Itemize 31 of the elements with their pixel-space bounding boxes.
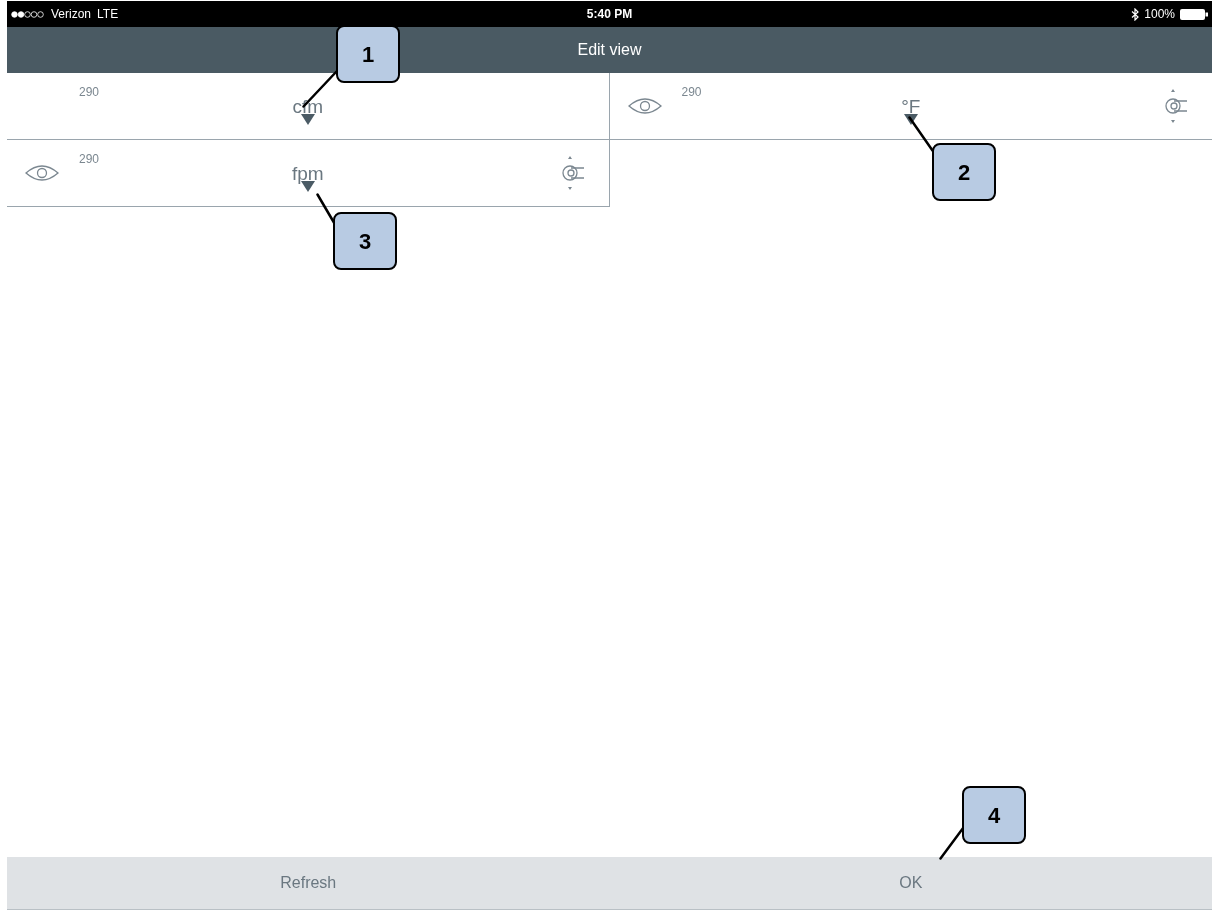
signal-icon xyxy=(11,10,45,18)
eye-icon[interactable] xyxy=(24,163,60,183)
leader-line xyxy=(939,826,965,860)
toolbar-button[interactable]: OK xyxy=(609,857,1212,909)
bluetooth-icon xyxy=(1131,7,1140,21)
unit-label[interactable]: cfm xyxy=(292,95,324,118)
eye-icon[interactable] xyxy=(626,96,663,116)
callout-number: 1 xyxy=(336,25,400,83)
leader-line xyxy=(316,193,336,225)
battery-label: 100% xyxy=(1144,6,1175,23)
battery-icon xyxy=(1180,8,1208,20)
reading-value: 290 xyxy=(79,151,100,168)
callout-number: 2 xyxy=(932,143,996,201)
toolbar-button[interactable]: Refresh xyxy=(7,857,610,909)
status-time: 5:40 PM xyxy=(586,6,633,23)
callout-number: 4 xyxy=(962,786,1026,844)
dropdown-triangle-icon[interactable] xyxy=(300,113,315,125)
drag-handle-icon[interactable] xyxy=(1165,89,1189,123)
reading-value: 290 xyxy=(681,84,702,101)
dropdown-triangle-icon[interactable] xyxy=(903,113,918,125)
drag-handle-icon[interactable] xyxy=(561,156,586,190)
reading-value: 290 xyxy=(79,84,100,101)
header-title: Edit view xyxy=(577,40,642,60)
leader-line xyxy=(908,116,934,152)
network-label: LTE xyxy=(97,6,119,23)
unit-label[interactable]: fpm xyxy=(291,162,324,185)
unit-label[interactable]: °F xyxy=(901,95,921,118)
measurement-tile[interactable]: 290 cfm xyxy=(7,73,610,140)
measurement-tile[interactable]: 290 fpm xyxy=(7,140,610,207)
callout-number: 3 xyxy=(333,212,397,270)
carrier-label: Verizon xyxy=(51,6,92,23)
